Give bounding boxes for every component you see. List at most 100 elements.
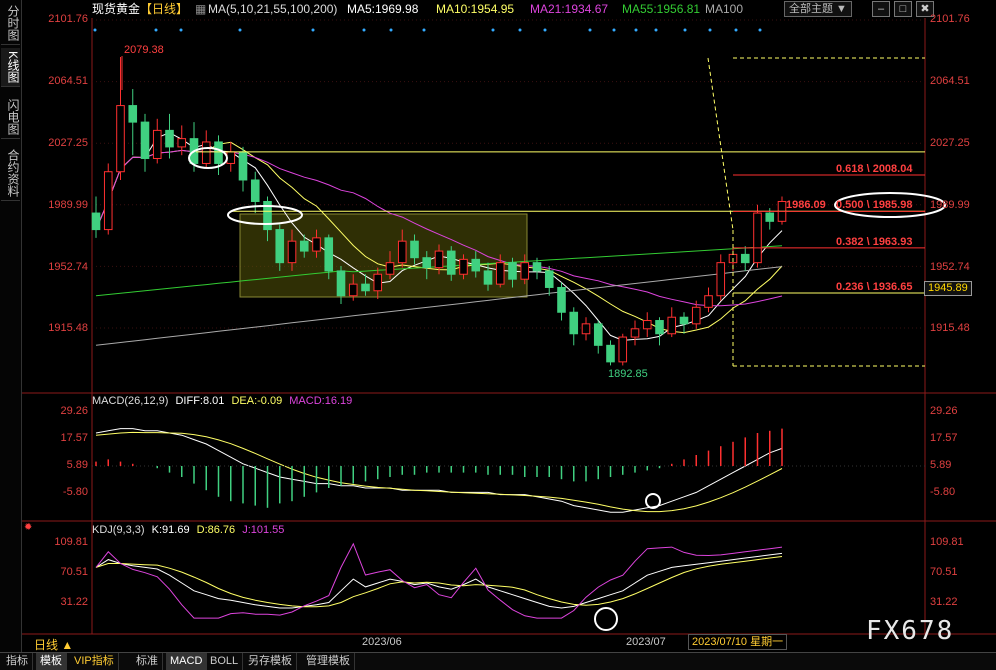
candle-body xyxy=(495,262,505,285)
tab-boll[interactable]: BOLL xyxy=(206,653,244,670)
kdj-d: D:86.76 xyxy=(196,524,236,536)
date-axis: 2023/06 2023/07 2023/07/10 星期一 xyxy=(22,634,922,650)
candle-body xyxy=(238,151,248,181)
candle-body xyxy=(667,316,677,335)
price-tick-left: 1915.48 xyxy=(48,322,88,334)
candle-body xyxy=(348,283,358,297)
signal-dot xyxy=(543,28,547,32)
tab-macd[interactable]: MACD xyxy=(166,653,208,670)
price-tick-right: 1989.99 xyxy=(930,199,970,211)
candle-body xyxy=(630,328,640,338)
candle-body xyxy=(226,151,236,164)
highlight-circle xyxy=(645,493,661,509)
candle-body xyxy=(520,262,530,280)
kdj-j-line xyxy=(95,542,783,619)
price-tick-right: 1952.74 xyxy=(930,261,970,273)
kdj-params: KDJ(9,3,3) xyxy=(92,524,145,536)
kdj-tick: 31.22 xyxy=(930,596,958,608)
candle-body xyxy=(140,121,150,159)
candle-body xyxy=(581,323,591,335)
watermark-logo: FX678 xyxy=(866,616,955,646)
candle-body xyxy=(704,295,713,308)
candle-body xyxy=(165,129,174,148)
macd-tick: 17.57 xyxy=(930,432,958,444)
price-tick-left: 2027.25 xyxy=(48,137,88,149)
candle-body xyxy=(471,258,481,272)
price-tick-right: 1915.48 xyxy=(930,322,970,334)
tab-standard[interactable]: 标准 xyxy=(132,653,163,670)
candle-body xyxy=(532,262,542,272)
signal-dot xyxy=(588,28,592,32)
signal-dot xyxy=(634,28,638,32)
candle-body xyxy=(177,138,187,148)
low-label: 1892.85 xyxy=(608,368,648,380)
kdj-j: J:101.55 xyxy=(242,524,285,536)
kdj-title: KDJ(9,3,3) K:91.69 D:86.76 J:101.55 xyxy=(92,524,288,536)
tab-save-template[interactable]: 另存模板 xyxy=(244,653,297,670)
candle-body xyxy=(618,336,628,363)
fib-500-label: 0.500 \ 1985.98 xyxy=(836,199,913,211)
kdj-k: K:91.69 xyxy=(151,524,190,536)
signal-dot xyxy=(93,28,97,32)
highlight-circle xyxy=(594,607,618,631)
candle-body xyxy=(740,253,750,264)
candle-body xyxy=(569,311,579,335)
price-tick-left: 1989.99 xyxy=(48,199,88,211)
candle-body xyxy=(201,141,211,164)
date-tick: 2023/07 xyxy=(626,636,666,648)
kdj-d-line xyxy=(95,556,783,608)
candle-body xyxy=(446,250,456,275)
macd-tick: 5.89 xyxy=(930,459,952,471)
price-tick-right: 2101.76 xyxy=(930,13,970,25)
candle-body xyxy=(397,240,407,264)
signal-dot xyxy=(734,28,738,32)
macd-tick: 17.57 xyxy=(60,432,88,444)
macd-dea: DEA:-0.09 xyxy=(231,395,283,407)
current-date: 2023/07/10 星期一 xyxy=(688,634,788,650)
signal-dot xyxy=(491,28,495,32)
macd-diff: DIFF:8.01 xyxy=(175,395,225,407)
chart-canvas[interactable] xyxy=(0,0,996,669)
candle-body xyxy=(324,237,334,272)
candle-body xyxy=(765,212,775,222)
price-tick-right: 2064.51 xyxy=(930,75,970,87)
tab-template[interactable]: 模板 xyxy=(36,653,67,670)
signal-dot xyxy=(612,28,616,32)
kdj-k-line xyxy=(95,552,783,609)
macd-value: MACD:16.19 xyxy=(289,395,353,407)
kdj-settings-icon[interactable]: ✹ xyxy=(24,522,32,533)
kdj-tick: 70.51 xyxy=(60,566,88,578)
candle-body xyxy=(128,105,138,123)
candle-body xyxy=(91,212,101,231)
macd-params: MACD(26,12,9) xyxy=(92,395,169,407)
tab-vip-indicator[interactable]: VIP指标 xyxy=(70,653,119,670)
candle-body xyxy=(544,270,554,288)
candle-body xyxy=(716,262,726,297)
signal-dot xyxy=(518,28,522,32)
candle-body xyxy=(655,320,664,335)
tab-manage-template[interactable]: 管理模板 xyxy=(302,653,355,670)
kdj-tick: 109.81 xyxy=(930,536,964,548)
fib-618-label: 0.618 \ 2008.04 xyxy=(836,163,913,175)
candle-body xyxy=(250,179,260,202)
candle-body xyxy=(642,320,652,330)
signal-dot xyxy=(683,28,687,32)
macd-tick: -5.80 xyxy=(62,486,88,498)
signal-dot xyxy=(758,28,762,32)
price-tick-right: 2027.25 xyxy=(930,137,970,149)
candle-body xyxy=(275,229,285,264)
price-tick-left: 2101.76 xyxy=(48,13,88,25)
signal-dot xyxy=(708,28,712,32)
candle-body xyxy=(483,270,493,285)
fib-236-label: 0.236 \ 1936.65 xyxy=(836,281,913,293)
signal-dot xyxy=(654,28,658,32)
price-tick-left: 1952.74 xyxy=(48,261,88,273)
signal-dot xyxy=(238,28,242,32)
high-label: 2079.38 xyxy=(124,44,164,56)
price-tick-left: 2064.51 xyxy=(48,75,88,87)
candle-body xyxy=(336,270,346,297)
candle-body xyxy=(385,262,395,275)
candle-body xyxy=(434,250,444,269)
date-tick: 2023/06 xyxy=(362,636,402,648)
tab-indicator[interactable]: 指标 xyxy=(2,653,33,670)
